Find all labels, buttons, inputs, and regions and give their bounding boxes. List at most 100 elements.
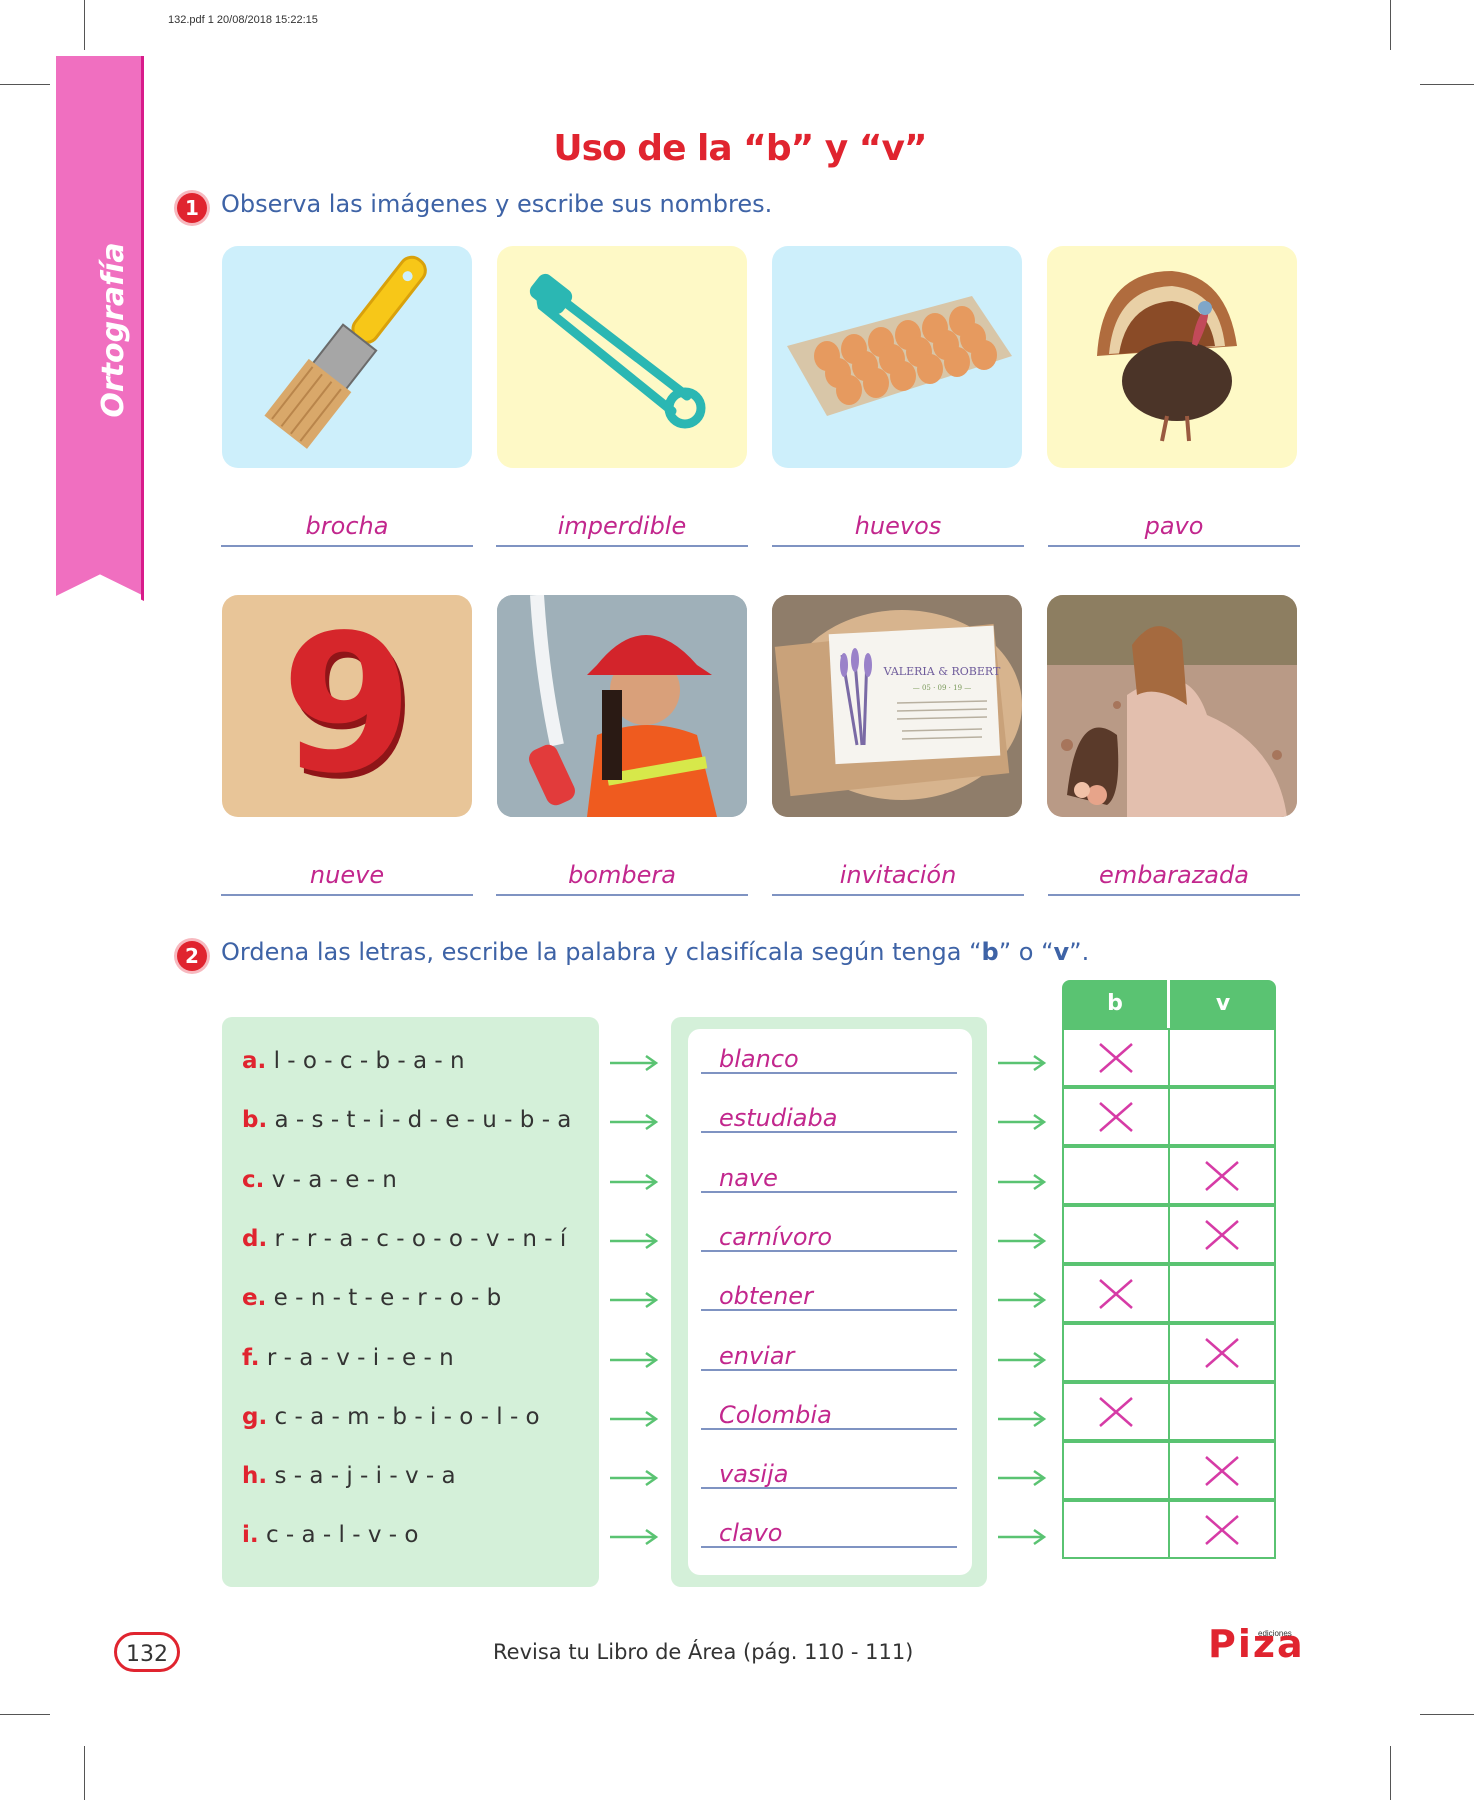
- side-tab-label: Ortografía: [96, 242, 131, 418]
- table-cell-v[interactable]: [1168, 1146, 1276, 1205]
- arrow-right-icon: [610, 1232, 659, 1250]
- arrow-right-icon: [998, 1173, 1047, 1191]
- firefighter-photo: [497, 595, 747, 817]
- table-cell-v[interactable]: [1168, 1500, 1276, 1559]
- instruction-b: b: [981, 938, 999, 966]
- word-answer-line[interactable]: clavo: [701, 1518, 957, 1548]
- x-mark-icon: [1205, 1338, 1239, 1368]
- arrow-right-icon: [998, 1469, 1047, 1487]
- image-card-brush: [222, 246, 472, 468]
- table-cell-v[interactable]: [1168, 1028, 1276, 1087]
- crop-mark: [1390, 0, 1391, 50]
- arrow-right-icon: [610, 1054, 659, 1072]
- safety-pin-icon: [529, 273, 706, 429]
- letters-text: e - n - t - e - r - o - b: [273, 1285, 502, 1311]
- answer-line[interactable]: huevos: [772, 511, 1024, 547]
- table-cell-b[interactable]: [1062, 1028, 1170, 1087]
- letters-text: l - o - c - b - a - n: [273, 1048, 465, 1074]
- row-label: e.: [242, 1285, 267, 1311]
- invitation-card-photo: VALERIA & ROBERT — 05 · 09 · 19 —: [772, 595, 1022, 817]
- image-card-nine: 9: [222, 595, 472, 817]
- row-label: f.: [242, 1345, 260, 1371]
- table-cell-b[interactable]: [1062, 1205, 1170, 1264]
- table-cell-v[interactable]: [1168, 1382, 1276, 1441]
- table-cell-v[interactable]: [1168, 1087, 1276, 1146]
- word-answer-line[interactable]: nave: [701, 1163, 957, 1193]
- crop-mark: [0, 84, 50, 85]
- table-cell-v[interactable]: [1168, 1264, 1276, 1323]
- scrambled-letters: d. r - r - a - c - o - o - v - n - í: [242, 1226, 566, 1252]
- arrow-right-icon: [610, 1173, 659, 1191]
- crop-mark: [84, 0, 85, 50]
- x-mark-icon: [1099, 1279, 1133, 1309]
- x-mark-icon: [1099, 1102, 1133, 1132]
- answer-line[interactable]: nueve: [221, 860, 473, 896]
- image-card-turkey: [1047, 246, 1297, 468]
- arrow-right-icon: [610, 1113, 659, 1131]
- arrow-right-icon: [610, 1351, 659, 1369]
- table-cell-b[interactable]: [1062, 1382, 1170, 1441]
- arrow-right-icon: [610, 1469, 659, 1487]
- x-mark-icon: [1099, 1397, 1133, 1427]
- crop-mark: [1420, 84, 1474, 85]
- table-cell-b[interactable]: [1062, 1323, 1170, 1382]
- table-cell-b[interactable]: [1062, 1264, 1170, 1323]
- word-answer-line[interactable]: Colombia: [701, 1400, 957, 1430]
- crop-mark: [1420, 1714, 1474, 1715]
- arrow-right-icon: [610, 1410, 659, 1428]
- answer-line[interactable]: embarazada: [1048, 860, 1300, 896]
- scrambled-letters: b. a - s - t - i - d - e - u - b - a: [242, 1107, 571, 1133]
- x-mark-icon: [1099, 1043, 1133, 1073]
- x-mark-icon: [1205, 1220, 1239, 1250]
- instruction-text: ” o “: [998, 938, 1054, 966]
- table-cell-v[interactable]: [1168, 1205, 1276, 1264]
- word-answer-line[interactable]: vasija: [701, 1459, 957, 1489]
- letters-text: c - a - l - v - o: [265, 1522, 419, 1548]
- word-answer-line[interactable]: enviar: [701, 1341, 957, 1371]
- scrambled-letters: h. s - a - j - i - v - a: [242, 1463, 456, 1489]
- crop-mark: [1390, 1746, 1391, 1800]
- table-cell-b[interactable]: [1062, 1146, 1170, 1205]
- letters-text: v - a - e - n: [271, 1167, 397, 1193]
- instruction-text: ”.: [1069, 938, 1090, 966]
- image-card-eggs: [772, 246, 1022, 468]
- image-card-pregnant: [1047, 595, 1297, 817]
- crop-mark: [0, 1714, 50, 1715]
- row-label: c.: [242, 1167, 265, 1193]
- answer-line[interactable]: imperdible: [496, 511, 748, 547]
- x-mark-icon: [1205, 1161, 1239, 1191]
- word-answer-line[interactable]: blanco: [701, 1044, 957, 1074]
- table-cell-v[interactable]: [1168, 1441, 1276, 1500]
- answer-line[interactable]: pavo: [1048, 511, 1300, 547]
- scrambled-letters: i. c - a - l - v - o: [242, 1522, 418, 1548]
- scrambled-letters: a. l - o - c - b - a - n: [242, 1048, 465, 1074]
- answer-line[interactable]: brocha: [221, 511, 473, 547]
- table-cell-b[interactable]: [1062, 1441, 1170, 1500]
- table-cell-v[interactable]: [1168, 1323, 1276, 1382]
- section1-instruction: Observa las imágenes y escribe sus nombr…: [221, 190, 773, 218]
- table-cell-b[interactable]: [1062, 1500, 1170, 1559]
- row-label: d.: [242, 1226, 268, 1252]
- scrambled-letters: f. r - a - v - i - e - n: [242, 1345, 454, 1371]
- instruction-text: Ordena las letras, escribe la palabra y …: [221, 938, 982, 966]
- instruction-v: v: [1053, 938, 1070, 966]
- letters-text: s - a - j - i - v - a: [274, 1463, 456, 1489]
- column-header-b: b: [1107, 991, 1123, 1016]
- image-card-safety-pin: [497, 246, 747, 468]
- row-label: b.: [242, 1107, 268, 1133]
- letters-text: a - s - t - i - d - e - u - b - a: [274, 1107, 572, 1133]
- pregnant-woman-photo: [1047, 595, 1297, 817]
- footer-text: Revisa tu Libro de Área (pág. 110 - 111): [493, 1640, 914, 1664]
- word-answer-line[interactable]: obtener: [701, 1281, 957, 1311]
- answer-line[interactable]: bombera: [496, 860, 748, 896]
- image-card-invitation: VALERIA & ROBERT — 05 · 09 · 19 —: [772, 595, 1022, 817]
- word-answer-line[interactable]: estudiaba: [701, 1103, 957, 1133]
- word-answer-line[interactable]: carnívoro: [701, 1222, 957, 1252]
- letters-text: c - a - m - b - i - o - l - o: [274, 1404, 540, 1430]
- answer-line[interactable]: invitación: [772, 860, 1024, 896]
- egg-tray-icon: [787, 296, 1012, 416]
- table-cell-b[interactable]: [1062, 1087, 1170, 1146]
- arrow-right-icon: [998, 1291, 1047, 1309]
- column-header-v: v: [1215, 991, 1231, 1016]
- arrow-right-icon: [610, 1291, 659, 1309]
